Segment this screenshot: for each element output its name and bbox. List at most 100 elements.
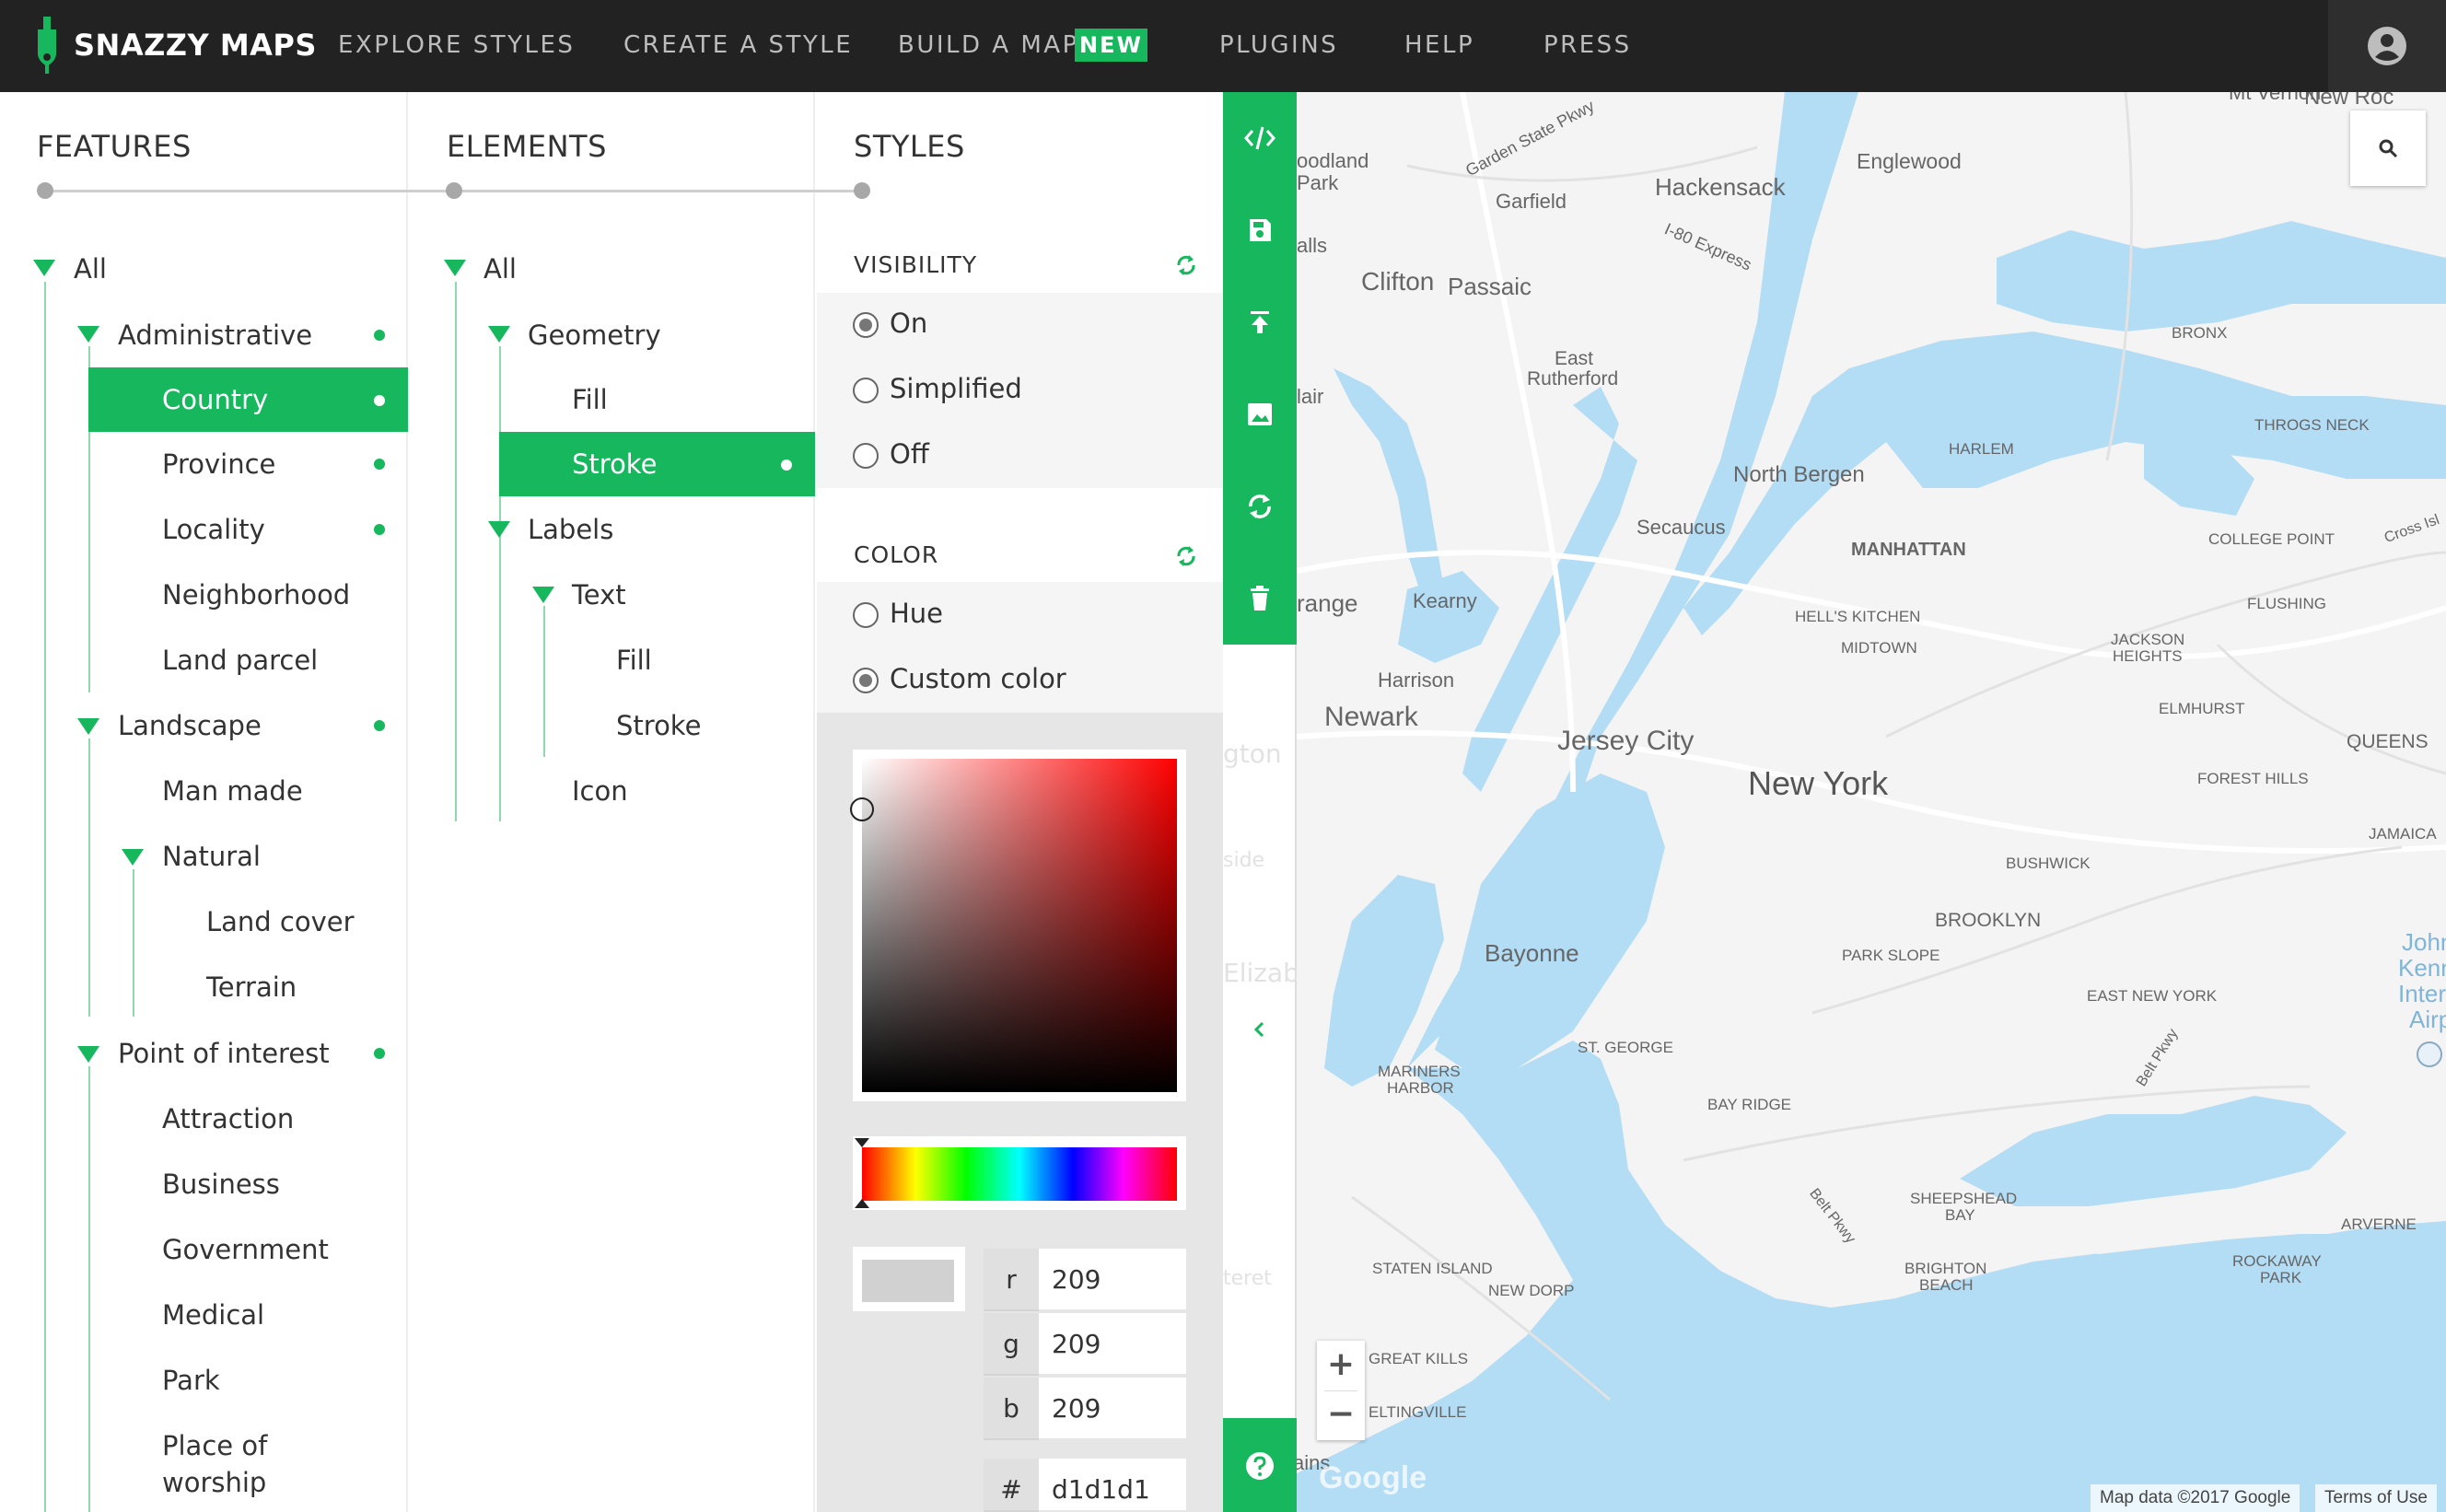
elements-heading: ELEMENTS xyxy=(447,129,607,164)
nav-create-style[interactable]: CREATE A STYLE xyxy=(623,31,853,59)
feature-terrain[interactable]: Terrain xyxy=(206,969,297,1006)
visibility-simplified-radio[interactable] xyxy=(853,378,879,403)
nav-press[interactable]: PRESS xyxy=(1543,31,1632,59)
element-labels[interactable]: Labels xyxy=(528,511,613,548)
hue-slider[interactable] xyxy=(853,1136,1186,1210)
styles-heading: STYLES xyxy=(854,129,965,164)
visibility-on-radio[interactable] xyxy=(853,312,879,338)
nav-help[interactable]: HELP xyxy=(1404,31,1474,59)
element-icon[interactable]: Icon xyxy=(572,773,628,809)
feature-park[interactable]: Park xyxy=(162,1362,220,1399)
visibility-off-label[interactable]: Off xyxy=(890,438,929,470)
map-label-airport: Kenne xyxy=(2398,954,2446,982)
element-geometry-fill[interactable]: Fill xyxy=(572,381,608,418)
upload-icon[interactable] xyxy=(1243,306,1276,339)
code-icon[interactable] xyxy=(1243,122,1276,155)
feature-business[interactable]: Business xyxy=(162,1166,280,1203)
map-label-airport: Internat xyxy=(2398,980,2446,1007)
hue-gradient[interactable] xyxy=(862,1147,1177,1201)
expand-elements-all-icon[interactable] xyxy=(444,260,466,276)
saturation-value-box[interactable] xyxy=(850,750,1186,1101)
delete-icon[interactable] xyxy=(1243,582,1276,615)
feature-all[interactable]: All xyxy=(74,250,107,287)
map-search-button[interactable] xyxy=(2350,110,2426,186)
element-geometry[interactable]: Geometry xyxy=(528,317,661,354)
feature-medical[interactable]: Medical xyxy=(162,1297,264,1333)
color-hue-label[interactable]: Hue xyxy=(890,598,943,629)
feature-place-of-worship-line2[interactable]: worship xyxy=(162,1464,266,1501)
feature-administrative[interactable]: Administrative xyxy=(118,317,312,354)
snazzy-maps-logo-icon[interactable] xyxy=(33,17,61,74)
feature-attraction[interactable]: Attraction xyxy=(162,1100,294,1137)
hue-slider-handle-bottom[interactable] xyxy=(855,1199,869,1208)
blue-input[interactable]: 209 xyxy=(1039,1378,1186,1440)
wizard-step-styles[interactable] xyxy=(854,182,870,199)
image-icon[interactable] xyxy=(1243,398,1276,431)
element-text-stroke[interactable]: Stroke xyxy=(616,707,701,744)
color-custom-radio[interactable] xyxy=(853,668,879,693)
zoom-in-button[interactable]: + xyxy=(1317,1341,1365,1390)
element-text-fill[interactable]: Fill xyxy=(616,642,652,679)
visibility-simplified-label[interactable]: Simplified xyxy=(890,373,1022,404)
expand-geometry-icon[interactable] xyxy=(488,326,510,343)
visibility-off-radio[interactable] xyxy=(853,443,879,469)
feature-country-selected[interactable]: Country xyxy=(88,367,408,432)
element-geometry-stroke-selected[interactable]: Stroke xyxy=(499,432,815,496)
reset-color-icon[interactable] xyxy=(1173,543,1199,569)
user-account-icon xyxy=(2368,27,2406,65)
zoom-out-button[interactable]: − xyxy=(1317,1390,1365,1440)
terms-of-use-link[interactable]: Terms of Use xyxy=(2315,1484,2437,1512)
color-hue-radio[interactable] xyxy=(853,602,879,628)
user-menu-button[interactable] xyxy=(2328,0,2446,92)
map-canvas[interactable]: Mt Vernon New Roc oodland Park Garden St… xyxy=(1297,92,2446,1512)
feature-landscape[interactable]: Landscape xyxy=(118,707,262,744)
map-label-neighborhood: PARK xyxy=(2260,1269,2302,1286)
expand-administrative-icon[interactable] xyxy=(77,326,99,343)
element-geometry-stroke[interactable]: Stroke xyxy=(572,446,657,483)
hue-slider-handle-top[interactable] xyxy=(855,1138,869,1147)
saturation-value-handle[interactable] xyxy=(850,797,874,821)
feature-point-of-interest[interactable]: Point of interest xyxy=(118,1035,330,1072)
feature-neighborhood[interactable]: Neighborhood xyxy=(162,576,350,613)
reset-visibility-icon[interactable] xyxy=(1173,252,1199,278)
map-label-neighborhood: BAY RIDGE xyxy=(1707,1096,1792,1113)
color-custom-label[interactable]: Custom color xyxy=(890,663,1066,694)
hex-input[interactable]: d1d1d1 xyxy=(1039,1459,1186,1512)
feature-land-cover[interactable]: Land cover xyxy=(206,903,355,940)
feature-government[interactable]: Government xyxy=(162,1231,329,1268)
reset-all-icon[interactable] xyxy=(1243,490,1276,523)
map-label-neighborhood: ELTINGVILLE xyxy=(1369,1403,1467,1421)
green-input[interactable]: 209 xyxy=(1039,1313,1186,1376)
wizard-step-elements[interactable] xyxy=(446,182,462,199)
help-button[interactable] xyxy=(1223,1418,1297,1512)
nav-explore-styles[interactable]: EXPLORE STYLES xyxy=(338,31,575,59)
expand-landscape-icon[interactable] xyxy=(77,718,99,735)
expand-labels-icon[interactable] xyxy=(488,521,510,538)
feature-province[interactable]: Province xyxy=(162,446,275,483)
expand-all-toggle-icon[interactable] xyxy=(33,260,55,276)
map-label-city: Newark xyxy=(1324,702,1418,732)
nav-build-map[interactable]: BUILD A MAP xyxy=(898,31,1079,59)
red-input[interactable]: 209 xyxy=(1039,1249,1186,1311)
wizard-step-features[interactable] xyxy=(37,182,53,199)
feature-country[interactable]: Country xyxy=(162,381,268,418)
green-label: g xyxy=(984,1313,1039,1376)
saturation-value-gradient[interactable] xyxy=(862,759,1177,1092)
element-all[interactable]: All xyxy=(483,250,517,287)
expand-natural-icon[interactable] xyxy=(122,849,144,866)
save-icon[interactable] xyxy=(1243,214,1276,247)
expand-text-icon[interactable] xyxy=(532,587,554,603)
map-label-neighborhood: GREAT KILLS xyxy=(1369,1350,1469,1367)
feature-land-parcel[interactable]: Land parcel xyxy=(162,642,318,679)
feature-locality[interactable]: Locality xyxy=(162,511,265,548)
feature-place-of-worship-line1[interactable]: Place of xyxy=(162,1427,267,1464)
element-text[interactable]: Text xyxy=(572,576,626,613)
feature-man-made[interactable]: Man made xyxy=(162,773,303,809)
map-label-neighborhood: ST. GEORGE xyxy=(1578,1039,1673,1056)
collapse-panel-chevron-icon[interactable] xyxy=(1249,1018,1271,1041)
expand-poi-icon[interactable] xyxy=(77,1046,99,1063)
nav-plugins[interactable]: PLUGINS xyxy=(1219,31,1338,59)
feature-natural[interactable]: Natural xyxy=(162,838,261,875)
visibility-on-label[interactable]: On xyxy=(890,308,927,339)
brand-name[interactable]: SNAZZY MAPS xyxy=(74,28,317,63)
